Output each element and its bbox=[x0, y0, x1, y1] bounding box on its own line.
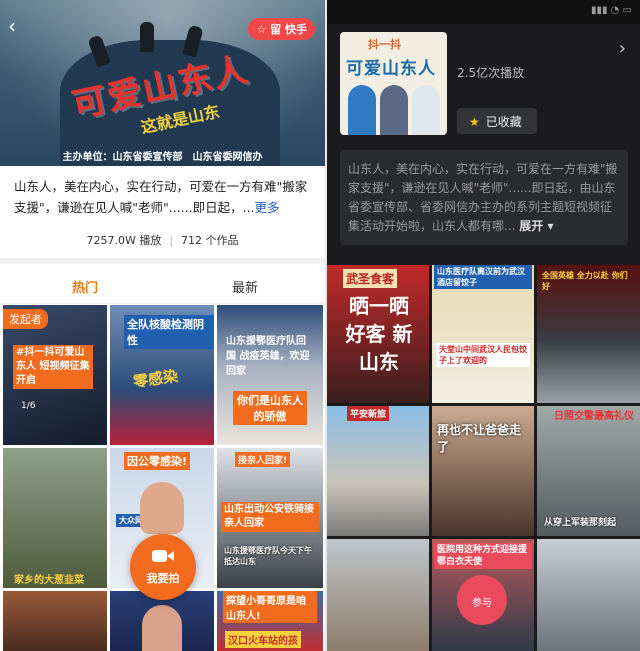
video-caption: 天堂山中间武汉人民包饺子上了欢迎的 bbox=[436, 343, 530, 367]
video-thumbnail[interactable]: 武圣食客 晒一晒 好客 新山东 bbox=[327, 265, 429, 403]
tab-bar: 热门 最新 bbox=[0, 264, 325, 304]
expand-link[interactable]: 展开 ▾ bbox=[519, 219, 553, 233]
topic-stats: 7257.0W 播放 | 712 个作品 bbox=[0, 232, 325, 248]
star-icon: ★ bbox=[469, 115, 480, 129]
video-caption: 你们是山东人的骄傲 bbox=[233, 391, 307, 425]
video-caption: 日照交警最高礼仪 bbox=[554, 411, 634, 422]
video-thumbnail[interactable]: 接亲人回家! 山东出动公安铁骑接亲人回家 山东援鄂医疗队今天下午抵达山东 bbox=[217, 448, 323, 588]
share-icon[interactable]: › bbox=[619, 38, 626, 59]
video-thumbnail[interactable] bbox=[110, 591, 214, 651]
video-thumbnail[interactable] bbox=[327, 539, 429, 651]
camera-icon bbox=[152, 550, 174, 562]
collected-button[interactable]: ★ 已收藏 bbox=[457, 108, 537, 134]
video-thumbnail[interactable]: 全队核酸检测阴性 零感染 bbox=[110, 305, 214, 445]
video-thumbnail[interactable]: 探望小哥哥原是咱山东人! 汉口火车站的孩 bbox=[217, 591, 323, 651]
video-thumbnail[interactable]: 日照交警最高礼仪 从穿上军装那刻起 bbox=[537, 406, 640, 536]
record-button[interactable]: 我要拍 bbox=[130, 534, 196, 600]
cover-line2: 可爱山东人 bbox=[346, 59, 436, 79]
banner-organizers: 主办单位：山东省委宣传部 山东省委网信办 bbox=[62, 152, 263, 163]
video-thumbnail[interactable] bbox=[537, 539, 640, 651]
cover-line1: 抖一抖 bbox=[368, 38, 401, 51]
expand-label: 展开 bbox=[519, 219, 544, 233]
topic-description: 山东人，美在内心，实在行动，可爱在一方有难"搬家支援"，谦逊在见人喊"老师"..… bbox=[14, 176, 314, 218]
chevron-down-icon: ▾ bbox=[547, 219, 554, 233]
video-thumbnail[interactable]: 再也不让爸爸走了 bbox=[432, 406, 534, 536]
status-icons: ▮▮▮ ◔ ▭ bbox=[590, 5, 632, 16]
work-count: 712 个作品 bbox=[181, 234, 239, 247]
back-icon[interactable]: ‹ bbox=[8, 14, 16, 38]
play-count: 2.5亿次播放 bbox=[457, 66, 525, 80]
tab-hot[interactable]: 热门 bbox=[72, 277, 98, 296]
video-thumbnail[interactable]: 家乡的大葱韭菜 bbox=[3, 448, 107, 588]
video-caption: 汉口火车站的孩 bbox=[225, 631, 301, 648]
video-caption: 家乡的大葱韭菜 bbox=[14, 575, 84, 586]
video-thumbnail[interactable] bbox=[3, 591, 107, 651]
anchor-person bbox=[140, 482, 184, 534]
video-caption: 从穿上军装那刻起 bbox=[544, 518, 617, 528]
stats-divider: | bbox=[169, 234, 174, 247]
video-caption: 平安新旅 bbox=[347, 406, 390, 421]
initiator-tag: 发起者 bbox=[3, 309, 48, 329]
video-caption: 山东援鄂医疗队回国 战疫英雄，欢迎回家 bbox=[226, 336, 310, 377]
video-thumbnail[interactable]: 发起者 #抖一抖可爱山东人 短视频征集开启 1/6 bbox=[3, 305, 107, 445]
video-caption: 山东出动公安铁骑接亲人回家 bbox=[221, 502, 319, 532]
play-count: 7257.0W 播放 bbox=[86, 234, 162, 247]
video-caption: 山东援鄂医疗队今天下午抵达山东 bbox=[224, 546, 312, 566]
description-text: 山东人，美在内心，实在行动，可爱在一方有难"搬家支援"，谦逊在见人喊"老师"..… bbox=[348, 162, 618, 233]
cover-figure bbox=[412, 85, 440, 135]
video-caption: #抖一抖可爱山东人 短视频征集开启 bbox=[13, 345, 93, 389]
tab-latest[interactable]: 最新 bbox=[232, 277, 258, 296]
video-caption: 晒一晒 好客 新山东 bbox=[345, 294, 413, 374]
favorite-label: 留 快手 bbox=[270, 23, 307, 36]
topic-cover: 抖一抖 可爱山东人 bbox=[340, 32, 447, 135]
video-caption: 全队核酸检测阴性 bbox=[124, 315, 214, 349]
collected-label: 已收藏 bbox=[485, 115, 522, 129]
right-screen: ▮▮▮ ◔ ▭ › 抖一抖 可爱山东人 2.5亿次播放 ★ 已收藏 山东人，美在内… bbox=[327, 0, 640, 651]
participate-button[interactable]: 参与 bbox=[457, 575, 507, 625]
video-caption: 再也不让爸爸走了 bbox=[437, 423, 522, 454]
topic-description: 山东人，美在内心，实在行动，可爱在一方有难"搬家支援"，谦逊在见人喊"老师"..… bbox=[340, 150, 628, 245]
banner-climber bbox=[140, 22, 154, 52]
favorite-button[interactable]: ☆ 留 快手 bbox=[248, 18, 315, 40]
video-caption: 零感染 bbox=[132, 366, 180, 392]
record-label: 我要拍 bbox=[146, 572, 180, 585]
cover-figure bbox=[380, 85, 408, 135]
video-caption: 全国英雄 全力以赴 你们好 bbox=[542, 271, 628, 291]
anchor-person bbox=[142, 605, 182, 651]
more-link[interactable]: 更多 bbox=[255, 200, 280, 215]
video-thumbnail[interactable]: 山东医疗队离汉前为武汉酒店留饺子 天堂山中间武汉人民包饺子上了欢迎的 bbox=[432, 265, 534, 403]
status-bar: ▮▮▮ ◔ ▭ bbox=[327, 0, 640, 24]
video-caption: 因公零感染! bbox=[124, 452, 191, 470]
cover-figure bbox=[348, 85, 376, 135]
video-caption: 探望小哥哥原是咱山东人! bbox=[223, 591, 317, 623]
left-screen: 可爱山东人 这就是山东 主办单位：山东省委宣传部 山东省委网信办 ‹ ☆ 留 快… bbox=[0, 0, 325, 651]
video-thumbnail[interactable]: 平安新旅 bbox=[327, 406, 429, 536]
video-caption: 医院用这种方式迎接援鄂白衣天使 bbox=[434, 543, 532, 569]
video-caption: 山东医疗队离汉前为武汉酒店留饺子 bbox=[434, 265, 532, 289]
star-icon: ☆ bbox=[256, 23, 267, 36]
video-thumbnail[interactable]: 山东援鄂医疗队回国 战疫英雄，欢迎回家 你们是山东人的骄傲 bbox=[217, 305, 323, 445]
slide-count: 1/6 bbox=[21, 401, 36, 411]
video-caption: 接亲人回家! bbox=[235, 452, 291, 467]
video-thumbnail[interactable]: 全国英雄 全力以赴 你们好 bbox=[537, 265, 640, 403]
topic-banner: 可爱山东人 这就是山东 主办单位：山东省委宣传部 山东省委网信办 ‹ ☆ 留 快… bbox=[0, 0, 325, 166]
video-caption: 武圣食客 bbox=[343, 269, 398, 288]
